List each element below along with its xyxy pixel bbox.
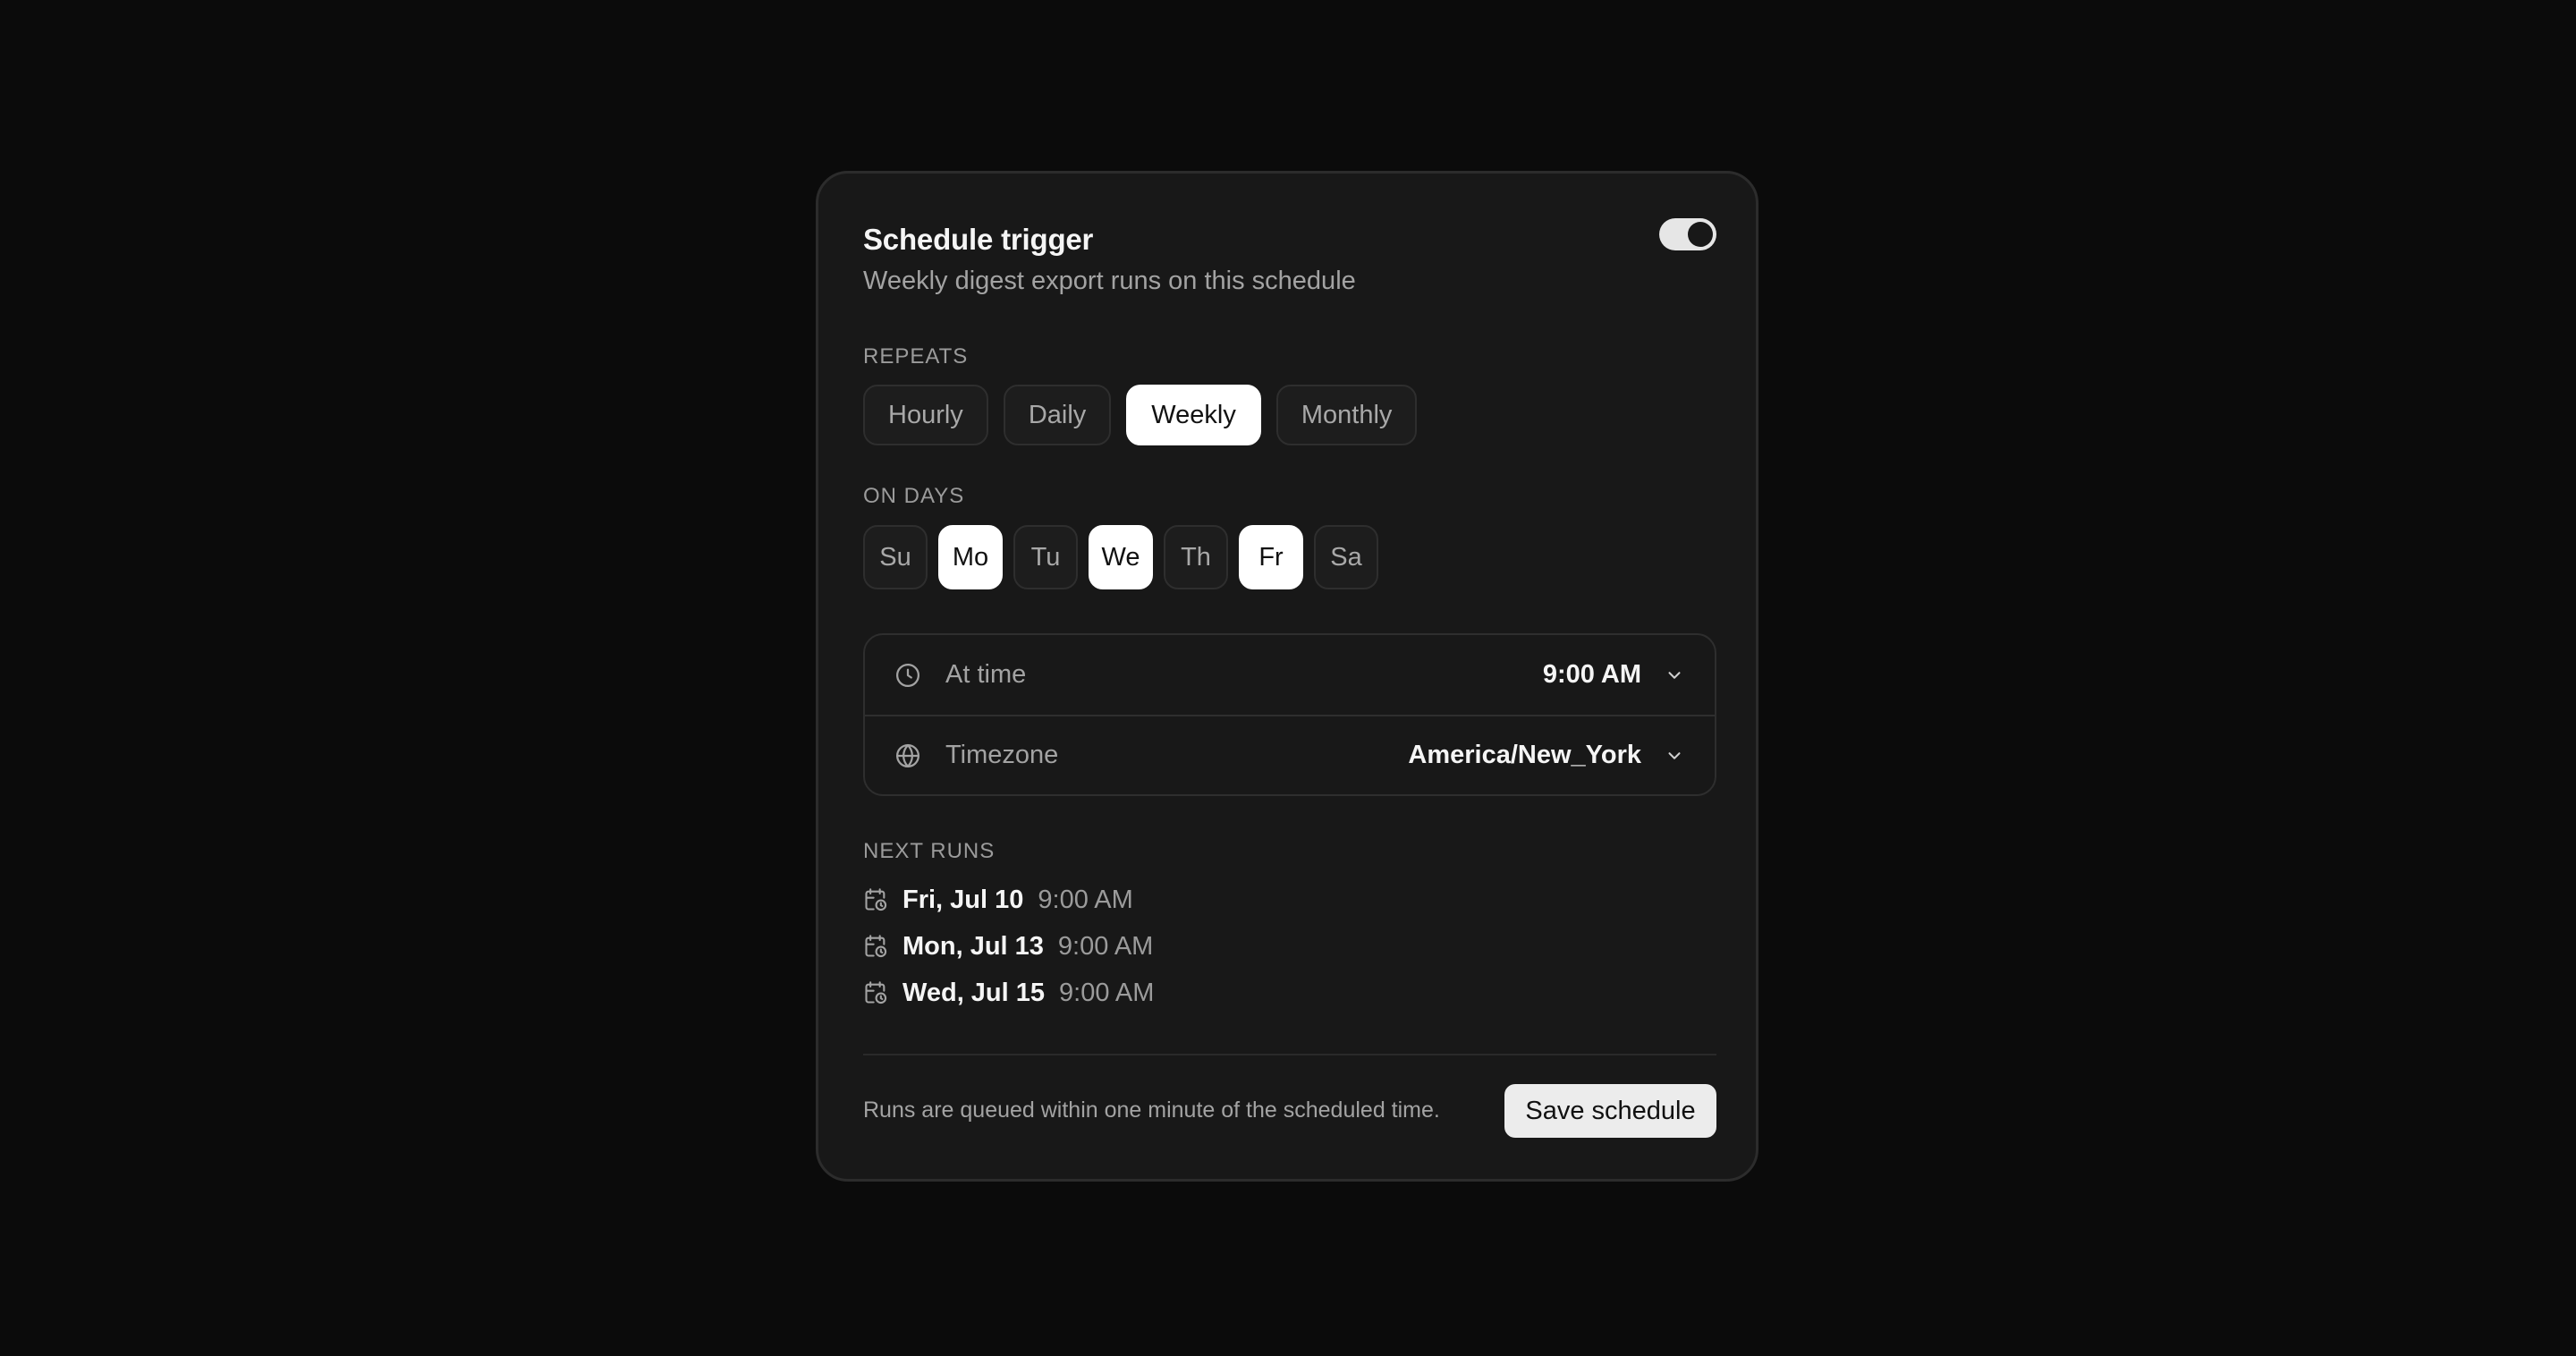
repeat-option-daily[interactable]: Daily	[1003, 385, 1112, 445]
day-wednesday[interactable]: We	[1089, 525, 1153, 589]
run-date: Fri, Jul 10	[902, 885, 1024, 914]
schedule-enabled-toggle[interactable]	[1659, 218, 1716, 250]
card-title: Schedule trigger	[863, 223, 1094, 256]
chevron-down-icon	[1663, 664, 1686, 687]
repeat-option-hourly[interactable]: Hourly	[863, 385, 988, 445]
repeat-options: Hourly Daily Weekly Monthly	[863, 385, 1418, 445]
repeat-option-monthly[interactable]: Monthly	[1275, 385, 1418, 445]
calendar-clock-icon	[865, 935, 887, 958]
list-item: Mon, Jul 13 9:00 AM	[863, 923, 1154, 970]
run-date: Mon, Jul 13	[902, 931, 1044, 961]
day-monday[interactable]: Mo	[938, 525, 1003, 589]
day-tuesday[interactable]: Tu	[1013, 525, 1078, 589]
time-value: 9:00 AM	[1542, 660, 1641, 689]
toggle-knob	[1688, 222, 1713, 247]
card-subtitle: Weekly digest export runs on this schedu…	[863, 267, 1356, 295]
list-item: Wed, Jul 15 9:00 AM	[863, 970, 1154, 1016]
run-date: Wed, Jul 15	[902, 978, 1046, 1007]
day-thursday[interactable]: Th	[1164, 525, 1228, 589]
save-schedule-button[interactable]: Save schedule	[1504, 1084, 1716, 1138]
clock-icon	[894, 661, 922, 690]
globe-icon	[894, 742, 922, 770]
run-time: 9:00 AM	[1038, 885, 1133, 914]
run-time: 9:00 AM	[1057, 931, 1154, 961]
schedule-card: Schedule trigger Weekly digest export ru…	[816, 171, 1758, 1182]
next-runs-list: Fri, Jul 10 9:00 AM Mon, Jul 13 9:00 AM …	[863, 877, 1154, 1016]
timezone-select[interactable]: Timezone America/New_York	[865, 715, 1715, 794]
chevron-down-icon	[1663, 744, 1686, 767]
calendar-clock-icon	[865, 981, 887, 1004]
timezone-value: America/New_York	[1408, 741, 1641, 769]
day-saturday[interactable]: Sa	[1314, 525, 1378, 589]
repeats-label: REPEATS	[863, 344, 969, 369]
timezone-label: Timezone	[945, 741, 1059, 769]
repeat-option-weekly[interactable]: Weekly	[1126, 385, 1261, 445]
run-time: 9:00 AM	[1059, 978, 1155, 1007]
footer-divider	[863, 1054, 1716, 1055]
day-friday[interactable]: Fr	[1239, 525, 1303, 589]
schedule-settings: At time 9:00 AM Timezone America/New_Yor…	[863, 633, 1716, 796]
calendar-clock-icon	[865, 888, 887, 911]
days-label: ON DAYS	[863, 484, 965, 508]
time-select[interactable]: At time 9:00 AM	[865, 635, 1715, 715]
time-label: At time	[945, 660, 1027, 689]
day-sunday[interactable]: Su	[863, 525, 928, 589]
footer-note: Runs are queued within one minute of the…	[863, 1098, 1440, 1123]
day-options: Su Mo Tu We Th Fr Sa	[863, 525, 1378, 589]
list-item: Fri, Jul 10 9:00 AM	[863, 877, 1154, 923]
next-runs-label: NEXT RUNS	[863, 839, 996, 863]
